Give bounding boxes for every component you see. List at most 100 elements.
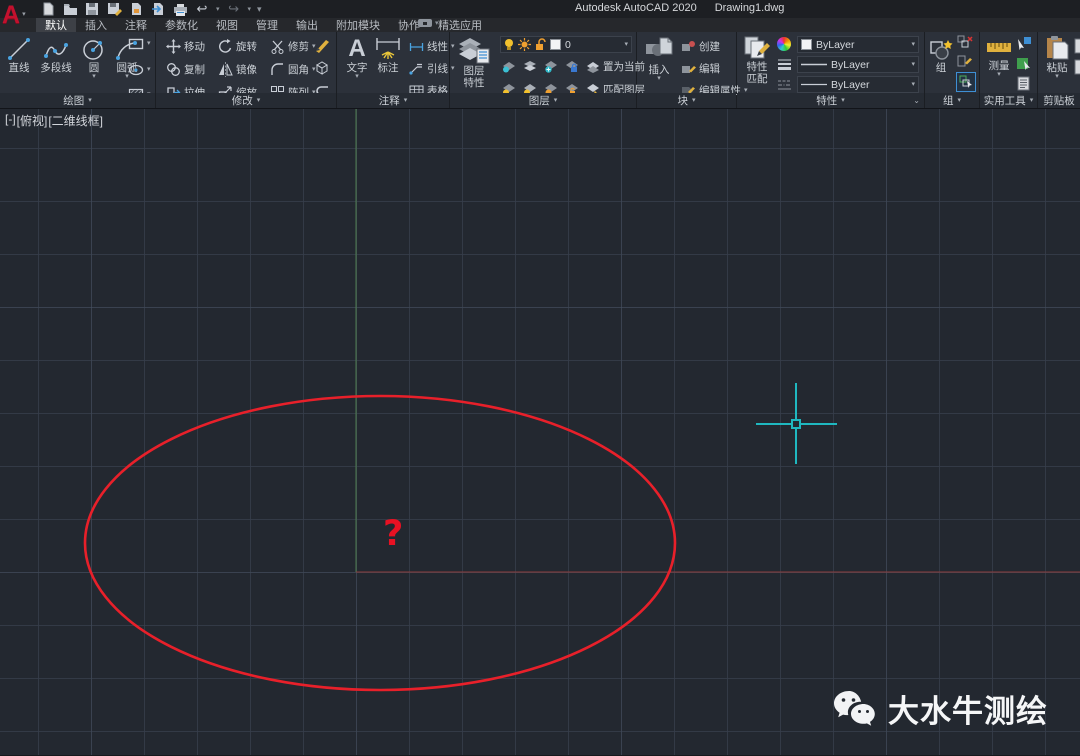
panel-label-draw[interactable]: 绘图▾: [0, 93, 155, 108]
redo-dropdown[interactable]: ▾: [248, 5, 252, 13]
match-properties-button[interactable]: 特性 匹配: [741, 35, 773, 85]
panel-label-group[interactable]: 组▾: [925, 93, 979, 108]
panel-label-clipboard[interactable]: 剪贴板: [1038, 93, 1080, 108]
ribbon-display-toggle[interactable]: ▾: [418, 19, 439, 27]
panel-label-modify[interactable]: 修改▾: [156, 93, 336, 108]
object-color-combo[interactable]: ByLayer ▾: [797, 36, 919, 53]
quick-select-button[interactable]: [1016, 36, 1032, 51]
layer-off-icon[interactable]: [502, 60, 516, 73]
chevron-down-icon: ▾: [911, 82, 915, 88]
panel-annotate: A 文字 ▾ 标注 线性 ▾ 引线 ▾ 表格 注释▾: [337, 32, 450, 108]
layer-isolate-icon[interactable]: [523, 60, 537, 73]
group-button[interactable]: 组: [928, 38, 954, 74]
create-block-button[interactable]: 创建: [681, 39, 720, 54]
print-button[interactable]: [172, 2, 188, 17]
edit-block-button[interactable]: 编辑: [681, 61, 720, 76]
lineweight-combo[interactable]: ByLayer ▾: [797, 56, 919, 73]
layer-unlock-icon: [535, 38, 546, 51]
panel-utilities: 测量 ▾ 实用工具▾: [980, 32, 1038, 108]
plot-preview-button[interactable]: [128, 2, 144, 17]
chevron-down-icon: ▾: [911, 42, 915, 48]
rotate-button[interactable]: 旋转: [218, 39, 257, 54]
chevron-down-icon: ▾: [911, 62, 915, 68]
ribbon-state-icon: [418, 19, 432, 27]
panel-label-block[interactable]: 块▾: [637, 93, 736, 108]
object-color-swatch: [801, 39, 812, 50]
line-icon: [6, 36, 32, 62]
group-selection-toggle[interactable]: [956, 72, 976, 92]
customize-toolbar-button[interactable]: ▾: [257, 4, 262, 15]
open-button[interactable]: [62, 2, 78, 17]
ungroup-button[interactable]: [957, 35, 973, 49]
document-name: Drawing1.dwg: [715, 2, 785, 14]
ellipse-tool-button[interactable]: ▾: [128, 64, 151, 76]
copy-button[interactable]: 复制: [166, 62, 205, 77]
panel-label-properties[interactable]: 特性▾ ⌄: [737, 93, 924, 108]
panel-label-layers[interactable]: 图层▾: [450, 93, 636, 108]
leader-button[interactable]: 引线 ▾: [409, 61, 455, 76]
circle-tool-button[interactable]: 圆 ▾: [80, 36, 108, 80]
layer-properties-button[interactable]: 图层 特性: [454, 35, 494, 89]
save-as-button[interactable]: [106, 2, 122, 17]
lineweight-value: ByLayer: [831, 59, 907, 71]
red-ellipse[interactable]: [85, 396, 675, 690]
tab-manage[interactable]: 管理: [247, 18, 287, 32]
group-edit-button[interactable]: [957, 54, 973, 68]
list-button[interactable]: [1017, 76, 1030, 91]
measure-button[interactable]: 测量 ▾: [984, 38, 1014, 78]
erase-pencil-icon: [314, 37, 331, 53]
panel-label-annotate[interactable]: 注释▾: [337, 93, 449, 108]
question-mark-annotation[interactable]: ?: [383, 514, 403, 554]
linetype-icon: [777, 79, 792, 91]
paste-button[interactable]: 粘贴 ▾: [1042, 36, 1072, 80]
application-menu-button[interactable]: A ▾: [2, 0, 36, 30]
current-layer-name: 0: [565, 39, 620, 51]
trim-button[interactable]: 修剪 ▾: [270, 39, 316, 54]
tab-parametric[interactable]: 参数化: [156, 18, 207, 32]
undo-dropdown[interactable]: ▾: [216, 5, 220, 13]
fillet-button[interactable]: 圆角 ▾: [270, 62, 316, 77]
save-button[interactable]: [84, 2, 100, 17]
layer-select-combo[interactable]: 0 ▾: [500, 36, 632, 53]
insert-block-icon: [644, 36, 674, 64]
move-button[interactable]: 移动: [166, 39, 205, 54]
quick-access-toolbar: ↩ ▾ ↪ ▾ ▾: [40, 1, 262, 17]
explode-cube-icon: [314, 60, 330, 76]
paste-clipboard-icon: [1045, 36, 1069, 62]
linear-dim-button[interactable]: 线性 ▾: [409, 39, 455, 54]
tab-view[interactable]: 视图: [207, 18, 247, 32]
polyline-tool-button[interactable]: 多段线: [36, 36, 76, 74]
dimension-tool-button[interactable]: 标注: [373, 36, 403, 74]
erase-button[interactable]: [314, 37, 331, 53]
tab-addins[interactable]: 附加模块: [327, 18, 389, 32]
insert-block-button[interactable]: 插入 ▾: [642, 36, 676, 82]
tab-output[interactable]: 输出: [287, 18, 327, 32]
properties-dialog-launcher[interactable]: ⌄: [913, 96, 920, 105]
watermark: 大水牛测绘: [832, 686, 1048, 731]
explode-button[interactable]: [314, 60, 330, 76]
tab-default[interactable]: 默认: [36, 18, 76, 32]
app-title: Autodesk AutoCAD 2020: [575, 2, 697, 14]
export-button[interactable]: [150, 2, 166, 17]
chevron-down-icon: ▾: [257, 98, 261, 104]
polyline-icon: [43, 36, 69, 62]
rectangle-tool-button[interactable]: ▾: [128, 38, 151, 50]
mirror-button[interactable]: 镜像: [218, 62, 257, 77]
redo-button[interactable]: ↪: [226, 2, 242, 17]
chevron-down-icon: ▾: [355, 74, 359, 80]
text-tool-button[interactable]: A 文字 ▾: [343, 36, 371, 80]
tab-annotate[interactable]: 注释: [116, 18, 156, 32]
line-tool-button[interactable]: 直线: [4, 36, 34, 74]
drawing-canvas[interactable]: [-] [俯视] [二维线框] ? 大水牛测绘: [0, 108, 1080, 755]
select-similar-button[interactable]: [1016, 56, 1032, 71]
layer-freeze-icon[interactable]: [544, 60, 558, 73]
text-A-icon: A: [348, 36, 365, 62]
layer-lock-icon[interactable]: [565, 60, 579, 73]
linetype-combo[interactable]: ByLayer ▾: [797, 76, 919, 93]
list-icon: [1017, 76, 1030, 91]
chevron-down-icon: ▾: [147, 41, 151, 47]
tab-insert[interactable]: 插入: [76, 18, 116, 32]
undo-button[interactable]: ↩: [194, 2, 210, 17]
panel-label-utilities[interactable]: 实用工具▾: [980, 93, 1037, 108]
new-drawing-button[interactable]: [40, 2, 56, 17]
